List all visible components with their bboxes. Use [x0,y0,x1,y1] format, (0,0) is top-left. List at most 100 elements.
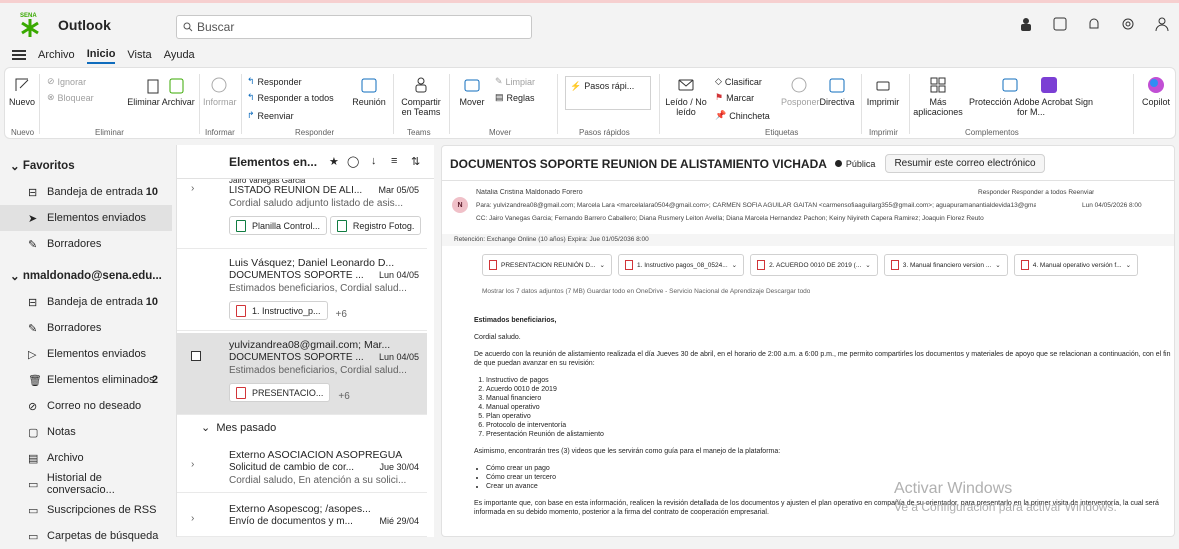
pencil-icon: ✎ [28,322,38,335]
acc-rss[interactable]: ▭ Suscripciones de RSS [0,497,172,523]
group-nuevo: Nuevo [11,128,35,137]
cc-line: CC: Jairo Vanegas Garcia; Fernando Barre… [476,215,984,222]
section-header[interactable]: ⌄ Mes pasado [201,421,276,434]
fav-drafts[interactable]: ✎ Borradores [0,231,172,257]
reply-button[interactable]: ↰ Responder [247,76,302,87]
attachment-card[interactable]: 1. Instructivo pagos_08_0524... ⌄ [617,254,745,276]
menu-ayuda[interactable]: Ayuda [164,47,195,63]
video-item: Cómo crear un pago [486,464,1174,473]
list-item-selected[interactable]: yulvizandrea08@gmail.com; Mar... DOCUMEN… [177,333,427,415]
reply-all-button[interactable]: ↰ Responder a todos [247,92,334,103]
reply-actions[interactable]: Responder Responder a todos Reenviar [978,189,1094,196]
menu-vista[interactable]: Vista [127,47,151,63]
message-list: Elementos en... ★ ◯ ↓ ≡ ⇅ › Jairo Vanega… [176,145,434,537]
categorize-button[interactable]: ◇ Clasificar [715,76,762,87]
list-item[interactable]: › Externo Asopescog; /asopes... Envío de… [177,497,427,537]
pin-button[interactable]: 📌 Chincheta [715,110,770,121]
inbox-icon: ⊟ [28,186,38,199]
avatar[interactable]: N [452,197,468,213]
attachment-card[interactable]: PRESENTACION REUNIÓN D... ⌄ [482,254,612,276]
email-subject: DOCUMENTOS SOPORTE REUNION DE ALISTAMIEN… [450,156,827,171]
ignore-button[interactable]: ⊘ Ignorar [47,76,86,87]
attachment-card[interactable]: 2. ACUERDO 0010 DE 2019 (... ⌄ [750,254,878,276]
account-header[interactable]: ⌄ nmaldonado@sena.edu... [0,263,172,289]
bell-icon[interactable] [1085,15,1103,33]
star-icon[interactable]: ★ [329,155,339,168]
email-body: Estimados beneficiarios, Cordial saludo.… [474,316,1174,525]
acc-history[interactable]: ▭ Historial de conversacio... [0,471,172,497]
favorites-header[interactable]: ⌄ Favoritos [0,153,172,179]
more-apps-button[interactable]: Más aplicaciones [913,76,963,117]
acc-sent[interactable]: ▷ Elementos enviados [0,341,172,367]
sort-order-icon[interactable]: ⇅ [411,155,420,168]
hamburger-icon[interactable] [12,50,26,60]
flag-button[interactable]: ⚑ Marcar [715,92,754,103]
attachment-chip[interactable]: PRESENTACIO... [229,383,331,402]
meeting-button[interactable]: Reunión [351,76,387,107]
ribbon: Nuevo Nuevo ⊘ Ignorar ⊗ Bloquear Eliminar … [4,67,1176,139]
acc-search-folders[interactable]: ▭ Carpetas de búsqueda [0,523,172,549]
snooze-button[interactable]: Posponer [781,76,820,107]
fav-inbox[interactable]: ⊟ Bandeja de entrada 10 [0,179,172,205]
printer-icon [876,81,890,91]
note-icon[interactable] [1051,15,1069,33]
copilot-button[interactable]: Copilot [1139,76,1173,107]
trash-icon: 🗑 [28,374,42,387]
document-item: Manual operativo [486,403,1174,412]
teams-icon[interactable] [1017,15,1035,33]
rules-button[interactable]: ▤ Reglas [495,92,535,103]
attachment-chip[interactable]: Registro Fotog. [329,216,422,235]
group-etiquetas: Etiquetas [765,128,799,137]
menu-inicio[interactable]: Inicio [86,46,116,64]
list-item[interactable]: Luis Vásquez; Daniel Leonardo D... DOCUM… [177,251,427,331]
forward-button[interactable]: ↱ Reenviar [247,110,294,121]
video-item: Crear un avance [486,482,1174,491]
read-unread-button[interactable]: Leído / No leído [665,76,707,117]
acc-junk[interactable]: ⊘ Correo no deseado [0,393,172,419]
list-title[interactable]: Elementos en... [229,155,317,169]
print-button[interactable]: Imprimir [865,76,901,107]
move-button[interactable]: Mover [457,76,487,107]
acc-drafts[interactable]: ✎ Borradores [0,315,172,341]
attachment-card[interactable]: 3. Manual financiero version ... ⌄ [883,254,1008,276]
new-button[interactable]: Nuevo [9,76,35,107]
copilot-icon [1148,77,1164,93]
block-button[interactable]: ⊗ Bloquear [47,92,94,103]
acc-inbox[interactable]: ⊟ Bandeja de entrada 10 [0,289,172,315]
video-item: Cómo crear un tercero [486,473,1174,482]
sender-name[interactable]: Natalia Cristina Maldonado Forero [476,189,583,196]
attachment-chip[interactable]: Planilla Control... [229,216,328,235]
policy-button[interactable]: Directiva [819,76,855,107]
share-teams-button[interactable]: Compartir en Teams [397,76,445,117]
summarize-button[interactable]: Resumir este correo electrónico [885,154,1045,173]
account-icon[interactable] [1153,15,1171,33]
report-icon [211,77,227,93]
attachment-actions[interactable]: Mostrar los 7 datos adjuntos (7 MB) Guar… [482,288,810,295]
clean-button[interactable]: ✎ Limpiar [495,76,535,87]
document-item: Acuerdo 0010 de 2019 [486,385,1174,394]
report-button[interactable]: Informar [203,76,237,107]
gear-icon[interactable] [1119,15,1137,33]
folder-icon: ▭ [28,504,39,517]
svg-text:SENA: SENA [20,13,37,19]
attachment-card[interactable]: 4. Manual operativo versión f... ⌄ [1013,254,1139,276]
chat-icon[interactable]: ◯ [347,155,359,168]
list-item[interactable]: › Externo ASOCIACION ASOPREGUA Solicitud… [177,443,427,493]
group-informar: Informar [205,128,235,137]
sort-icon[interactable]: ↓ [371,155,377,167]
search-input[interactable]: Buscar [176,15,532,39]
delete-archive-button[interactable]: Eliminar Archivar [123,76,199,107]
filter-icon[interactable]: ≡ [391,155,397,167]
acc-notes[interactable]: ▢ Notas [0,419,172,445]
adobe-sign-button[interactable]: Protección Adobe Acrobat Sign for M... [965,76,1097,117]
archive-icon: ▤ [28,452,39,465]
documents-list: Instructivo de pagosAcuerdo 0010 de 2019… [486,376,1174,439]
acc-deleted[interactable]: 🗑 Elementos eliminados 2 [0,367,172,393]
quick-steps-box[interactable]: ⚡ Pasos rápi... [565,76,651,110]
acc-archive[interactable]: ▤ Archivo [0,445,172,471]
menu-archivo[interactable]: Archivo [38,47,75,63]
sensitivity-label[interactable]: Pública [835,159,876,169]
list-item[interactable]: › Jairo Vanegas Garcia LISTADO REUNION D… [177,179,427,249]
attachment-chip[interactable]: 1. Instructivo_p... [229,301,328,320]
fav-sent[interactable]: ➤ Elementos enviados [0,205,172,231]
